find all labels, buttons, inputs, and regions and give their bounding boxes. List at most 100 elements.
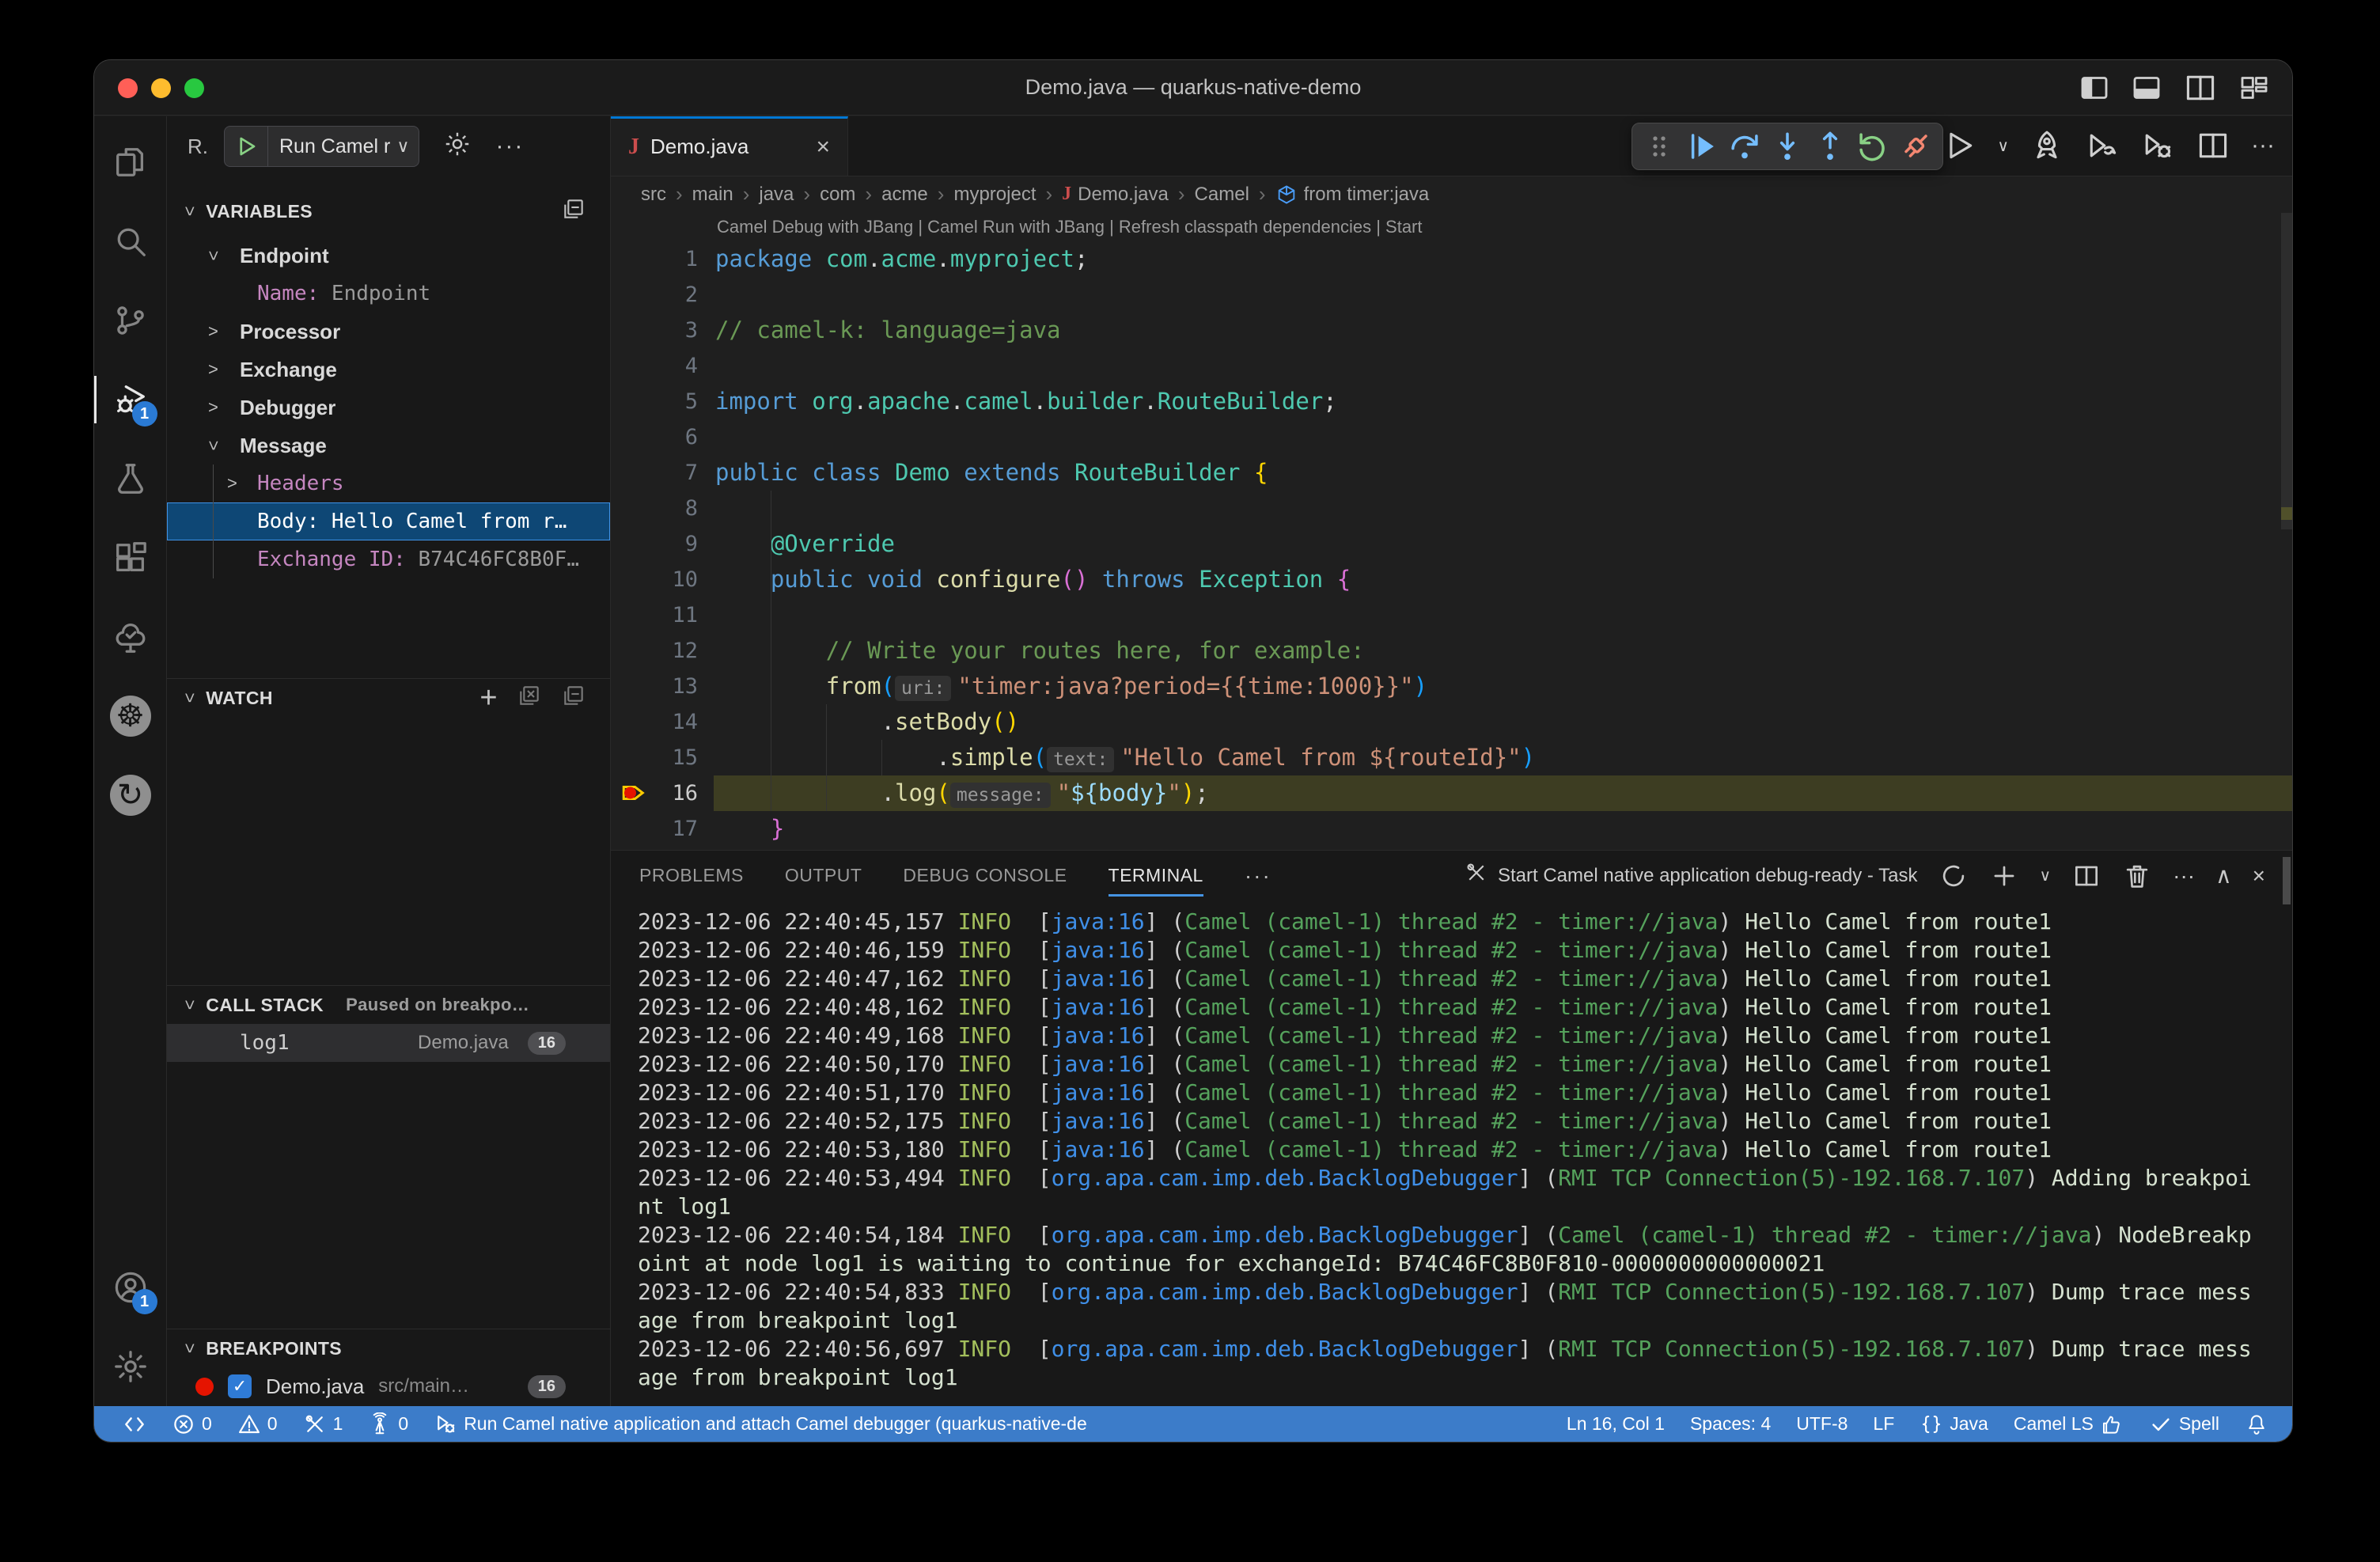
code-line-5[interactable]: 5import org.apache.camel.builder.RouteBu… [611, 384, 2292, 419]
status-notifications[interactable] [2245, 1412, 2268, 1436]
activity-search[interactable] [94, 202, 167, 281]
minimize-window-button[interactable] [151, 78, 171, 98]
collapse-all-icon[interactable] [561, 683, 586, 713]
breadcrumb-item[interactable]: myproject [953, 184, 1036, 206]
terminal-output[interactable]: 2023-12-06 22:40:45,157 INFO [java:16] (… [611, 901, 2292, 1406]
code-line-14[interactable]: 14 .setBody() [611, 704, 2292, 740]
glyph-margin[interactable] [611, 419, 657, 455]
terminal-dropdown-button[interactable]: ∨ [2040, 866, 2052, 885]
code-line-3[interactable]: 3// camel-k: language=java [611, 313, 2292, 348]
activity-openshift[interactable]: ↻ [94, 756, 167, 835]
task-spinner-button[interactable] [1938, 861, 1969, 891]
disconnect-button[interactable] [1897, 127, 1935, 165]
glyph-margin[interactable] [611, 455, 657, 491]
scrollbar-slider[interactable] [2281, 213, 2292, 529]
status-ports[interactable]: 0 [368, 1412, 408, 1436]
continue-button[interactable] [1683, 127, 1721, 165]
remove-all-icon[interactable] [517, 683, 542, 713]
breakpoint-row[interactable]: ✓ Demo.java src/main… 16 [167, 1367, 610, 1405]
close-panel-button[interactable]: × [2253, 863, 2265, 889]
run-file-button[interactable] [1942, 128, 1976, 163]
watch-header[interactable]: > WATCH + [167, 679, 610, 717]
code-line-2[interactable]: 2 [611, 277, 2292, 313]
panel-tab-terminal[interactable]: TERMINAL [1109, 851, 1203, 901]
restart-button[interactable] [1854, 127, 1892, 165]
glyph-margin[interactable] [611, 384, 657, 419]
glyph-margin[interactable] [611, 491, 657, 526]
code-line-9[interactable]: 9 @Override [611, 526, 2292, 562]
glyph-margin[interactable] [611, 348, 657, 384]
status-debug-session[interactable]: Run Camel native application and attach … [434, 1412, 1087, 1436]
step-out-button[interactable] [1811, 127, 1849, 165]
activity-extensions[interactable] [94, 518, 167, 597]
quarkus-rocket-button[interactable] [2029, 128, 2064, 163]
code-line-10[interactable]: 10 public void configure() throws Except… [611, 562, 2292, 597]
glyph-margin[interactable] [611, 704, 657, 740]
breadcrumb-item[interactable]: from timer:java [1275, 184, 1430, 206]
variable-row[interactable]: Name: Endpoint [167, 275, 610, 313]
step-into-button[interactable] [1768, 127, 1806, 165]
breadcrumb-item[interactable]: main [692, 184, 733, 206]
status-camel-ls[interactable]: Camel LS [2014, 1412, 2124, 1436]
breakpoints-header[interactable]: > BREAKPOINTS [167, 1329, 610, 1367]
toggle-panel-icon[interactable] [2131, 72, 2162, 104]
code-editor[interactable]: Camel Debug with JBang | Camel Run with … [611, 213, 2292, 850]
stack-frame-row[interactable]: log1 Demo.java 16 [167, 1024, 610, 1062]
add-expression-icon[interactable]: + [479, 681, 498, 715]
close-window-button[interactable] [118, 78, 138, 98]
zoom-window-button[interactable] [184, 78, 204, 98]
code-line-8[interactable]: 8 [611, 491, 2292, 526]
variables-header[interactable]: > VARIABLES [167, 192, 610, 230]
breadcrumb-item[interactable]: Camel [1195, 184, 1249, 206]
code-line-4[interactable]: 4 [611, 348, 2292, 384]
glyph-margin[interactable] [611, 597, 657, 633]
code-line-13[interactable]: 13 from(uri:"timer:java?period={{time:10… [611, 669, 2292, 704]
variable-row[interactable]: Exchange ID: B74C46FC8B0F… [167, 540, 610, 578]
more-actions-icon[interactable]: ··· [495, 133, 524, 160]
glyph-margin[interactable] [611, 562, 657, 597]
start-debug-icon[interactable] [225, 127, 268, 166]
glyph-margin[interactable] [611, 526, 657, 562]
editor-scrollbar[interactable] [2281, 213, 2292, 850]
status-spell[interactable]: Spell [2149, 1412, 2219, 1436]
step-over-button[interactable] [1726, 127, 1764, 165]
collapse-all-icon[interactable] [561, 196, 586, 226]
activity-run-and-debug[interactable]: 1 [94, 360, 167, 439]
status-warnings[interactable]: 0 [237, 1412, 278, 1436]
more-actions-button[interactable]: ··· [2251, 132, 2275, 159]
variable-row[interactable]: Body: Hello Camel from r… [167, 502, 610, 540]
code-line-7[interactable]: 7public class Demo extends RouteBuilder … [611, 455, 2292, 491]
maximize-panel-button[interactable]: ∧ [2215, 863, 2232, 889]
camel-debug-button[interactable] [2140, 128, 2175, 163]
status-language-mode[interactable]: Java [1920, 1412, 1988, 1436]
tab-demo-java[interactable]: J Demo.java × [611, 116, 848, 176]
code-line-15[interactable]: 15 .simple(text:"Hello Camel from ${rout… [611, 740, 2292, 775]
toggle-sidebar-icon[interactable] [2079, 72, 2110, 104]
panel-tab-problems[interactable]: PROBLEMS [639, 851, 744, 901]
camel-run-button[interactable] [2085, 128, 2120, 163]
split-editor-icon[interactable] [2183, 70, 2218, 105]
glyph-margin[interactable] [611, 241, 657, 277]
code-line-12[interactable]: 12 // Write your routes here, for exampl… [611, 633, 2292, 669]
call-stack-header[interactable]: > CALL STACK Paused on breakpo… [167, 986, 610, 1024]
code-line-16[interactable]: 16 .log(message:"${body}"); [611, 775, 2292, 811]
split-terminal-button[interactable] [2071, 861, 2101, 891]
activity-kubernetes[interactable]: ☸ [94, 677, 167, 756]
terminal-scrollbar[interactable] [2283, 857, 2291, 904]
status-eol[interactable]: LF [1873, 1413, 1894, 1435]
task-label[interactable]: Start Camel native application debug-rea… [1465, 861, 1918, 890]
activity-source-control[interactable] [94, 281, 167, 360]
status-tasks[interactable]: 1 [303, 1412, 343, 1436]
variable-row[interactable]: >Headers [167, 464, 610, 502]
gear-icon[interactable] [443, 130, 472, 164]
variable-row[interactable]: >Message [167, 427, 610, 464]
activity-project-explorer[interactable] [94, 597, 167, 677]
glyph-margin[interactable] [611, 313, 657, 348]
activity-testing[interactable] [94, 439, 167, 518]
close-tab-icon[interactable]: × [816, 134, 830, 161]
run-dropdown-button[interactable]: ∨ [1997, 136, 2009, 156]
glyph-margin[interactable] [611, 811, 657, 847]
chevron-down-icon[interactable]: ∨ [396, 136, 419, 157]
code-line-1[interactable]: 1package com.acme.myproject; [611, 241, 2292, 277]
status-remote[interactable] [123, 1412, 146, 1436]
